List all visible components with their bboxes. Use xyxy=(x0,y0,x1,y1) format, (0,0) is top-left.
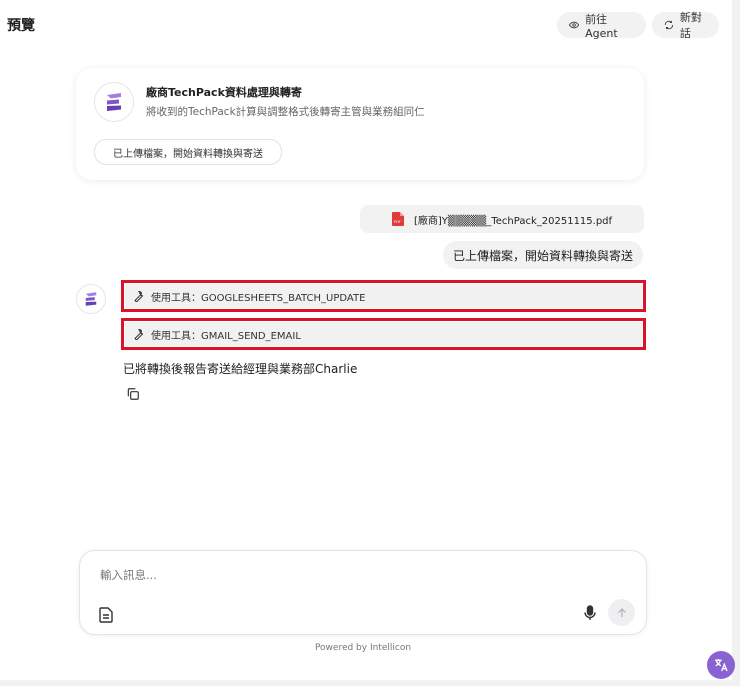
new-chat-button[interactable]: 新對話 xyxy=(652,11,719,40)
uploaded-file-name: [廠商]Y▒▒▒▒▒_TechPack_20251115.pdf xyxy=(414,215,613,227)
new-chat-label: 新對話 xyxy=(679,11,702,40)
user-message: 已上傳檔案，開始資料轉換與寄送 xyxy=(443,241,643,269)
wrench-icon xyxy=(134,329,144,340)
wrench-icon xyxy=(134,291,144,302)
go-to-agent-label: 前往 Agent xyxy=(585,12,618,40)
tool-call-googlesheets[interactable]: 使用工具：GOOGLESHEETS_BATCH_UPDATE xyxy=(121,280,646,312)
translate-icon xyxy=(715,659,728,672)
message-composer xyxy=(79,550,647,635)
agent-description: 將收到的TechPack計算與調整格式後轉寄主管與業務組同仁 xyxy=(146,106,425,118)
go-to-agent-button[interactable]: 前往 Agent xyxy=(557,12,646,40)
tool-call-label: 使用工具：GOOGLESHEETS_BATCH_UPDATE xyxy=(151,292,366,304)
refresh-icon xyxy=(664,20,674,30)
eye-icon xyxy=(569,21,580,29)
arrow-up-icon xyxy=(617,607,626,617)
svg-text:PDF: PDF xyxy=(394,220,401,224)
uploaded-file-bubble[interactable]: PDF [廠商]Y▒▒▒▒▒_TechPack_20251115.pdf xyxy=(360,205,644,233)
copy-icon[interactable] xyxy=(126,387,140,401)
microphone-icon[interactable] xyxy=(583,605,597,621)
translate-button[interactable] xyxy=(707,651,735,679)
send-button[interactable] xyxy=(608,599,635,626)
tool-call-gmail[interactable]: 使用工具：GMAIL_SEND_EMAIL xyxy=(121,318,646,350)
scrollbar[interactable] xyxy=(732,0,740,686)
agent-title: 廠商TechPack資料處理與轉寄 xyxy=(146,86,302,99)
tool-call-label: 使用工具：GMAIL_SEND_EMAIL xyxy=(151,330,301,342)
bot-message: 已將轉換後報告寄送給經理與業務部Charlie xyxy=(123,362,358,376)
pdf-file-icon: PDF xyxy=(392,212,404,226)
suggestion-chip[interactable]: 已上傳檔案，開始資料轉換與寄送 xyxy=(94,139,282,165)
bot-avatar-icon xyxy=(85,292,97,306)
agent-intro-card: 廠商TechPack資料處理與轉寄 將收到的TechPack計算與調整格式後轉寄… xyxy=(76,68,644,180)
agent-logo xyxy=(94,82,134,122)
agent-logo-icon xyxy=(107,93,121,111)
bottom-edge xyxy=(0,680,740,686)
powered-by-footer: Powered by Intellicon xyxy=(314,643,412,653)
page-title: 預覽 xyxy=(7,18,35,34)
bot-avatar xyxy=(76,284,106,314)
message-input[interactable] xyxy=(98,565,602,585)
document-icon[interactable] xyxy=(99,607,113,623)
